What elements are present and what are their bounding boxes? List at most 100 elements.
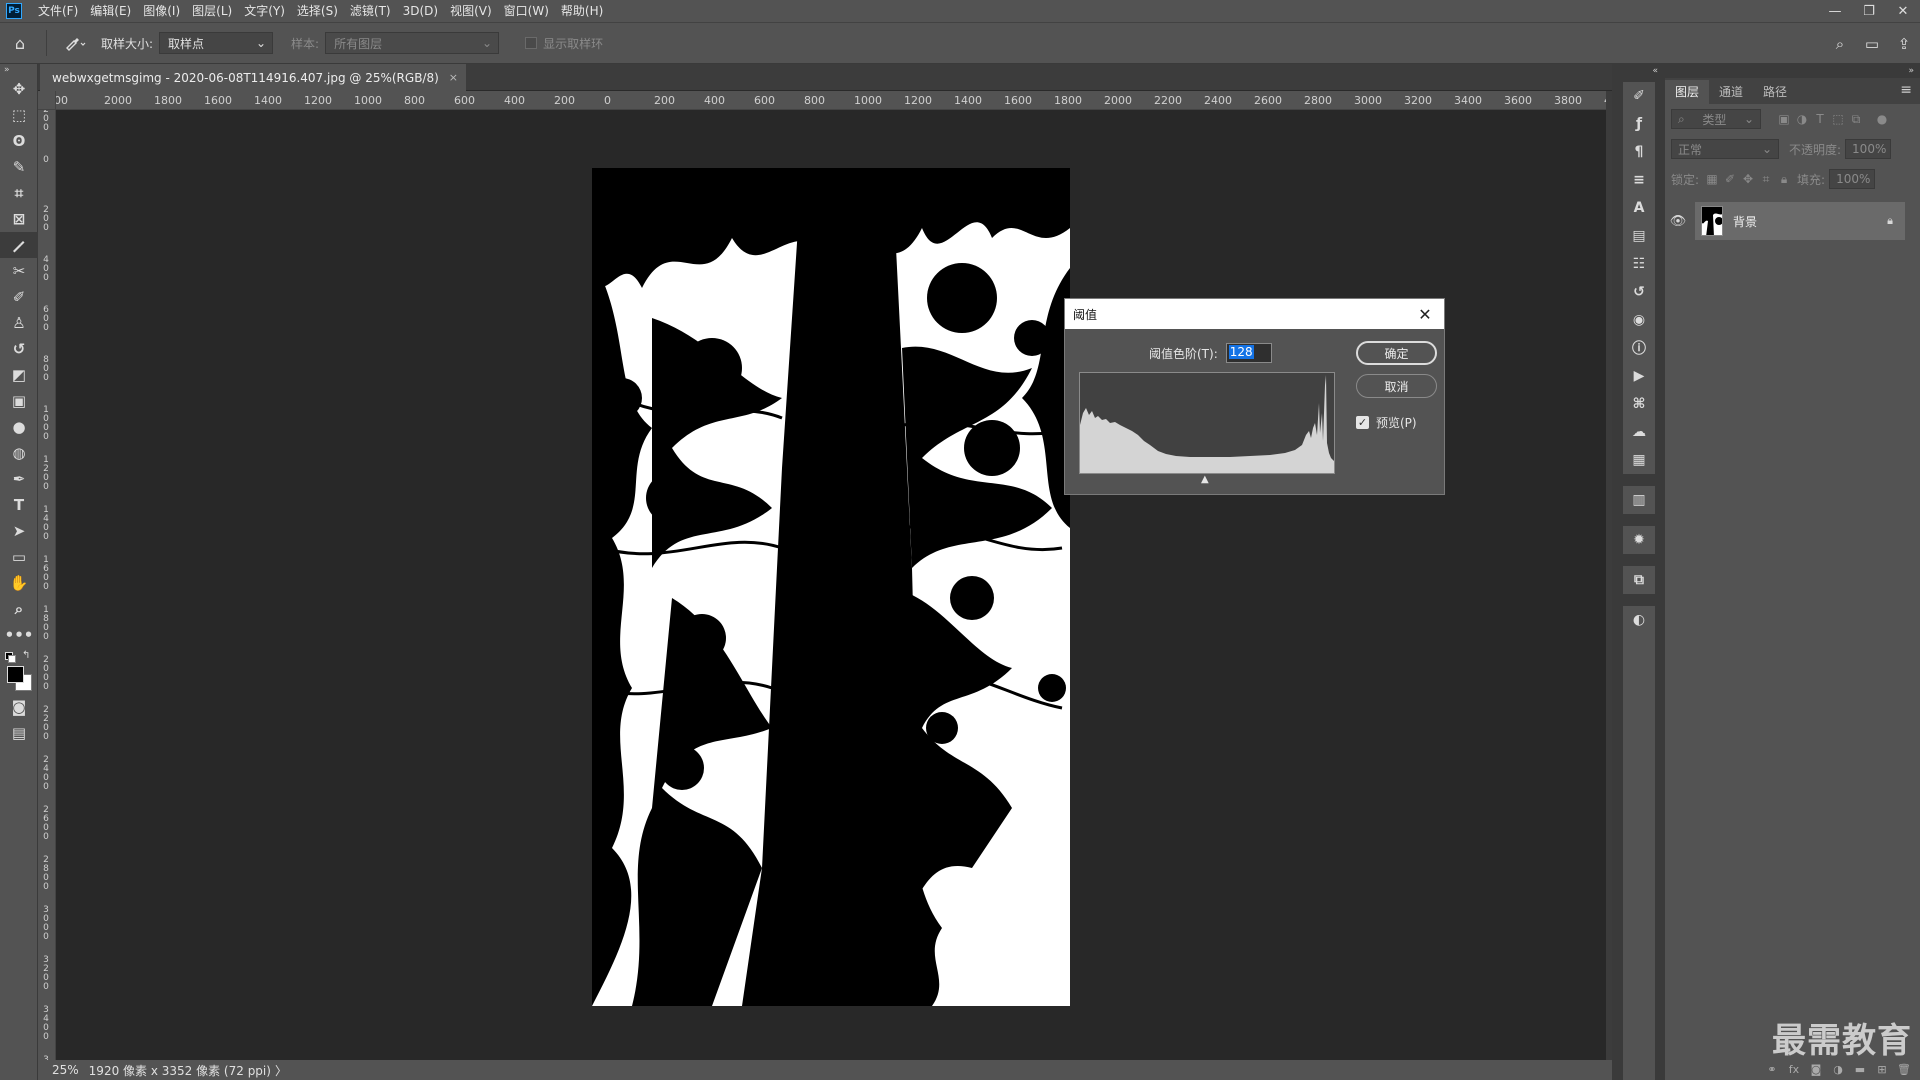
sample-size-select[interactable]: 取样点 ⌄ bbox=[159, 32, 274, 54]
pen-tool-icon[interactable]: ✒ bbox=[0, 466, 38, 492]
path-select-tool-icon[interactable]: ➤ bbox=[0, 518, 38, 544]
toolbar-collapse-icon[interactable]: » bbox=[0, 64, 37, 76]
menu-view[interactable]: 视图(V) bbox=[444, 0, 498, 22]
fill-field[interactable]: 100% bbox=[1829, 169, 1876, 189]
filter-type-icon[interactable]: T bbox=[1811, 112, 1829, 126]
close-icon[interactable]: ✕ bbox=[1414, 305, 1436, 324]
quick-mask-icon[interactable]: ◙ bbox=[0, 694, 38, 720]
menu-select[interactable]: 选择(S) bbox=[291, 0, 344, 22]
lock-all-icon[interactable]: 🔒︎ bbox=[1775, 172, 1793, 187]
menu-filter[interactable]: 滤镜(T) bbox=[344, 0, 397, 22]
dock-collapse-icon[interactable]: « bbox=[1652, 66, 1658, 76]
threshold-slider-handle[interactable]: ▲ bbox=[1201, 474, 1209, 485]
history-brush-icon[interactable]: ↺ bbox=[0, 336, 38, 362]
workspace-icon[interactable]: ▭ bbox=[1856, 24, 1888, 64]
preview-checkbox[interactable]: ✓ bbox=[1356, 416, 1369, 429]
filter-toggle-icon[interactable]: ● bbox=[1873, 112, 1891, 126]
settings-icon[interactable]: ✹ bbox=[1623, 526, 1655, 554]
link-layers-icon[interactable]: ⚭ bbox=[1761, 1063, 1783, 1076]
layer-item[interactable]: 背景 🔒︎ bbox=[1695, 202, 1905, 240]
new-layer-icon[interactable]: ⊞ bbox=[1871, 1063, 1893, 1076]
threshold-level-input[interactable]: 128 bbox=[1225, 343, 1272, 363]
move-tool-icon[interactable]: ✥ bbox=[0, 76, 38, 102]
show-ring-checkbox[interactable] bbox=[525, 37, 538, 49]
filter-shape-icon[interactable]: ⬚ bbox=[1829, 112, 1847, 126]
menu-layer[interactable]: 图层(L) bbox=[186, 0, 238, 22]
cancel-button[interactable]: 取消 bbox=[1356, 374, 1437, 398]
tab-channels[interactable]: 通道 bbox=[1709, 80, 1753, 104]
add-mask-icon[interactable]: ◙ bbox=[1805, 1063, 1827, 1076]
paragraph-icon[interactable]: ¶ bbox=[1623, 138, 1655, 166]
brush-tool-icon[interactable]: ✐ bbox=[0, 284, 38, 310]
panel-menu-icon[interactable]: ≡ bbox=[1900, 82, 1912, 98]
lock-artboard-icon[interactable]: ⌗ bbox=[1757, 172, 1775, 187]
blur-tool-icon[interactable]: ● bbox=[0, 414, 38, 440]
zoom-level[interactable]: 25% bbox=[38, 1063, 89, 1077]
export-icon[interactable]: ⧉ bbox=[1623, 566, 1655, 594]
navigator-icon[interactable]: ⌘ bbox=[1623, 390, 1655, 418]
type-tool-icon[interactable]: T bbox=[0, 492, 38, 518]
vertical-ruler[interactable]: 200 0 200 400 600 800 1000 1200 1400 1600 1800 2000… bbox=[38, 110, 56, 1060]
crop-tool-icon[interactable]: ⌗ bbox=[0, 180, 38, 206]
canvas-area[interactable] bbox=[56, 110, 1606, 1060]
dialog-title-bar[interactable]: 阈值 ✕ bbox=[1065, 299, 1444, 329]
minimize-button[interactable]: — bbox=[1818, 0, 1852, 22]
swatches-icon[interactable]: ☁ bbox=[1623, 418, 1655, 446]
ok-button[interactable]: 确定 bbox=[1356, 341, 1437, 365]
status-arrow-icon[interactable]: 〉 bbox=[275, 1062, 287, 1079]
close-window-button[interactable]: ✕ bbox=[1886, 0, 1920, 22]
document-image[interactable] bbox=[592, 168, 1070, 1006]
info-icon[interactable]: ⓘ bbox=[1623, 334, 1655, 362]
group-icon[interactable]: ▬ bbox=[1849, 1063, 1871, 1076]
menu-image[interactable]: 图像(I) bbox=[137, 0, 186, 22]
actions-icon[interactable]: ▶ bbox=[1623, 362, 1655, 390]
tab-layers[interactable]: 图层 bbox=[1665, 80, 1710, 104]
screen-mode-icon[interactable]: ▤ bbox=[0, 720, 38, 746]
libraries-icon[interactable]: ▤ bbox=[1623, 222, 1655, 250]
default-colors-icon[interactable] bbox=[5, 652, 16, 663]
blend-mode-select[interactable]: 正常 ⌄ bbox=[1671, 139, 1779, 159]
eraser-tool-icon[interactable]: ◩ bbox=[0, 362, 38, 388]
dodge-tool-icon[interactable]: ◍ bbox=[0, 440, 38, 466]
properties-icon[interactable]: ☷ bbox=[1623, 250, 1655, 278]
menu-3d[interactable]: 3D(D) bbox=[397, 0, 444, 22]
opacity-field[interactable]: 100% bbox=[1845, 139, 1892, 159]
rectangle-tool-icon[interactable]: ▭ bbox=[0, 544, 38, 570]
eyedropper-tool-icon[interactable] bbox=[0, 232, 38, 258]
menu-file[interactable]: 文件(F) bbox=[32, 0, 84, 22]
filter-adjustment-icon[interactable]: ◑ bbox=[1793, 112, 1811, 126]
quick-select-tool-icon[interactable]: ✎ bbox=[0, 154, 38, 180]
stamp-tool-icon[interactable]: ♙ bbox=[0, 310, 38, 336]
restore-button[interactable]: ❐ bbox=[1852, 0, 1886, 22]
menu-type[interactable]: 文字(Y) bbox=[238, 0, 291, 22]
adjustments-icon[interactable]: ≡ bbox=[1623, 166, 1655, 194]
layer-kind-filter[interactable]: ⌕ 类型 ⌄ bbox=[1671, 109, 1761, 129]
preview-option[interactable]: ✓ 预览(P) bbox=[1356, 414, 1417, 431]
delete-layer-icon[interactable]: 🗑︎ bbox=[1893, 1063, 1915, 1076]
filter-smart-icon[interactable]: ⧉ bbox=[1847, 112, 1865, 127]
lasso-tool-icon[interactable]: ʘ bbox=[0, 128, 38, 154]
menu-help[interactable]: 帮助(H) bbox=[555, 0, 609, 22]
filter-pixel-icon[interactable]: ▣ bbox=[1775, 112, 1793, 126]
healing-tool-icon[interactable]: ✂ bbox=[0, 258, 38, 284]
layer-style-icon[interactable]: fx bbox=[1783, 1063, 1805, 1076]
document-tab[interactable]: webwxgetmsgimg - 2020-06-08T114916.407.j… bbox=[40, 64, 467, 91]
layer-row-background[interactable]: 👁︎ 背景 🔒︎ bbox=[1665, 202, 1920, 240]
zoom-tool-icon[interactable]: ⌕ bbox=[0, 596, 38, 622]
menu-window[interactable]: 窗口(W) bbox=[498, 0, 555, 22]
search-icon[interactable]: ⌕ bbox=[1824, 24, 1856, 64]
character-icon[interactable]: A bbox=[1623, 194, 1655, 222]
gradient-tool-icon[interactable]: ▣ bbox=[0, 388, 38, 414]
table-icon[interactable]: ▦ bbox=[1623, 446, 1655, 474]
marquee-tool-icon[interactable]: ⬚ bbox=[0, 102, 38, 128]
notes-icon[interactable]: ▥ bbox=[1623, 486, 1655, 514]
panel-collapse-icon[interactable]: » bbox=[1665, 64, 1920, 78]
visibility-eye-icon[interactable]: 👁︎ bbox=[1665, 214, 1691, 229]
tab-paths[interactable]: 路径 bbox=[1753, 80, 1797, 104]
lock-transparent-icon[interactable]: ▦ bbox=[1703, 172, 1721, 186]
menu-edit[interactable]: 编辑(E) bbox=[84, 0, 137, 22]
show-ring-option[interactable]: 显示取样环 bbox=[525, 35, 603, 52]
eyedropper-preset-icon[interactable] bbox=[53, 23, 97, 63]
lock-position-icon[interactable]: ✥ bbox=[1739, 172, 1757, 186]
layer-comps-icon[interactable]: ◐ bbox=[1623, 606, 1655, 634]
